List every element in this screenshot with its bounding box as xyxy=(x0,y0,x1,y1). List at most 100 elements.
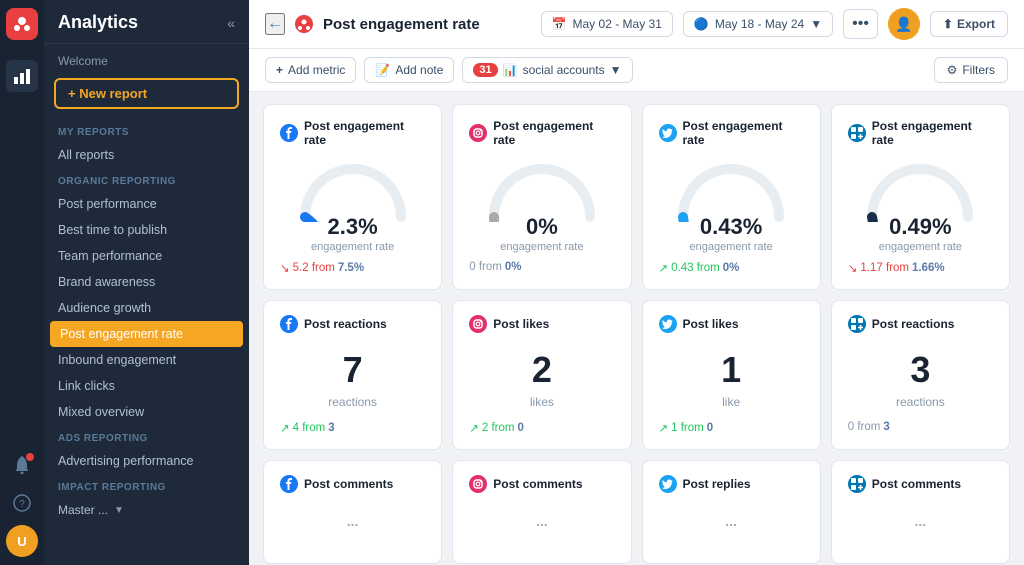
gauge-container: 0.43% engagement rate xyxy=(659,157,804,253)
sidebar-item-audience-growth[interactable]: Audience growth xyxy=(44,295,249,321)
icon-rail: ? U xyxy=(0,0,44,565)
add-metric-button[interactable]: + Add metric xyxy=(265,57,356,83)
social-accounts-label: social accounts xyxy=(523,63,605,77)
gauge-value: 0.43% xyxy=(700,214,762,240)
sidebar-item-team-performance[interactable]: Team performance xyxy=(44,243,249,269)
analytics-nav-icon[interactable] xyxy=(6,60,38,92)
metric-title: Post comments xyxy=(493,477,582,491)
metric-card-header: Post engagement rate xyxy=(280,119,425,147)
metric-card-header: Post comments xyxy=(280,475,425,493)
metric-count-value: ... xyxy=(280,513,425,529)
arrow-up-icon: ↗ xyxy=(469,421,479,435)
metric-card: Post likes 1 like ↗ 1 from 0 xyxy=(642,300,821,450)
date-range-2-button[interactable]: 🔵 May 18 - May 24 ▼ xyxy=(683,11,833,37)
sidebar-item-advertising-performance[interactable]: Advertising performance xyxy=(44,448,249,474)
back-button[interactable]: ← xyxy=(265,13,285,35)
metric-card-header: Post engagement rate xyxy=(469,119,614,147)
fb-platform-icon xyxy=(280,315,298,333)
gauge-value: 0.49% xyxy=(889,214,951,240)
organic-reporting-section-label: ORGANIC REPORTING xyxy=(44,168,249,191)
arrow-down-icon: ↘ xyxy=(848,261,858,275)
user-avatar[interactable]: U xyxy=(6,525,38,557)
gauge-label: engagement rate xyxy=(879,241,962,253)
ig-platform-icon xyxy=(469,315,487,333)
sidebar-item-post-engagement-rate[interactable]: Post engagement rate xyxy=(50,321,243,347)
date-range-1-button[interactable]: 📅 May 02 - May 31 xyxy=(541,11,673,37)
ig-platform-icon xyxy=(469,475,487,493)
fb-platform-icon xyxy=(280,475,298,493)
header-bar: ← Post engagement rate 📅 May 02 - May 31… xyxy=(249,0,1024,49)
main-content: ← Post engagement rate 📅 May 02 - May 31… xyxy=(249,0,1024,565)
metric-card-header: Post comments xyxy=(469,475,614,493)
plus-icon: + xyxy=(276,63,283,77)
metric-title: Post engagement rate xyxy=(304,119,425,147)
notification-icon[interactable] xyxy=(6,449,38,481)
li-platform-icon xyxy=(848,315,866,333)
metric-count-value: ... xyxy=(469,513,614,529)
metric-card: Post likes 2 likes ↗ 2 from 0 xyxy=(452,300,631,450)
sidebar-item-inbound-engagement[interactable]: Inbound engagement xyxy=(44,347,249,373)
ig-platform-icon xyxy=(469,124,487,142)
notification-badge xyxy=(26,453,34,461)
add-note-button[interactable]: 📝 Add note xyxy=(364,57,454,83)
metric-title: Post engagement rate xyxy=(493,119,614,147)
metric-title: Post comments xyxy=(304,477,393,491)
metric-title: Post replies xyxy=(683,477,751,491)
fb-platform-icon xyxy=(280,124,298,142)
gauge-value: 0% xyxy=(526,214,558,240)
gauge-container: 0.49% engagement rate xyxy=(848,157,993,253)
metric-count-label: like xyxy=(659,395,804,409)
metric-card: Post engagement rate 0.43% engagement ra… xyxy=(642,104,821,290)
export-button[interactable]: ⬆ Export xyxy=(930,11,1008,37)
metric-card: Post engagement rate 0.49% engagement ra… xyxy=(831,104,1010,290)
sidebar-collapse-btn[interactable]: « xyxy=(227,15,235,31)
arrow-up-icon: ↗ xyxy=(659,261,669,275)
filters-button[interactable]: ⚙ Filters xyxy=(934,57,1008,83)
sidebar-item-mixed-overview[interactable]: Mixed overview xyxy=(44,399,249,425)
user-button[interactable]: 👤 xyxy=(888,8,920,40)
add-metric-label: Add metric xyxy=(288,63,345,77)
sidebar: Analytics « Welcome + New report MY REPO… xyxy=(44,0,249,565)
gauge-value: 2.3% xyxy=(328,214,378,240)
li-platform-icon xyxy=(848,475,866,493)
metric-title: Post comments xyxy=(872,477,961,491)
sidebar-item-best-time[interactable]: Best time to publish xyxy=(44,217,249,243)
gauge-container: 0% engagement rate xyxy=(469,157,614,253)
social-accounts-button[interactable]: 31 📊 social accounts ▼ xyxy=(462,57,632,83)
metric-card-header: Post likes xyxy=(469,315,614,333)
metrics-grid-area: Post engagement rate 2.3% engagement rat… xyxy=(249,92,1024,565)
metric-count-value: ... xyxy=(848,513,993,529)
metric-card: Post comments ... xyxy=(452,460,631,564)
new-report-button[interactable]: + New report xyxy=(54,78,239,109)
sidebar-item-all-reports[interactable]: All reports xyxy=(44,142,249,168)
help-icon[interactable]: ? xyxy=(6,487,38,519)
metric-title: Post engagement rate xyxy=(872,119,993,147)
metric-card-header: Post reactions xyxy=(848,315,993,333)
metric-count-label: likes xyxy=(469,395,614,409)
tw-platform-icon xyxy=(659,124,677,142)
metric-card: Post reactions 3 reactions 0 from 3 xyxy=(831,300,1010,450)
export-icon: ⬆ xyxy=(943,17,953,31)
sidebar-item-post-performance[interactable]: Post performance xyxy=(44,191,249,217)
arrow-up-icon: ↗ xyxy=(280,421,290,435)
impact-dropdown-icon[interactable]: ▼ xyxy=(114,505,124,516)
metric-change: ↗ 4 from 3 xyxy=(280,421,425,435)
metric-change: ↘ 5.2 from 7.5% xyxy=(280,261,425,275)
impact-master-label: Master ... xyxy=(58,503,108,517)
metric-count-label: reactions xyxy=(280,395,425,409)
sidebar-item-brand-awareness[interactable]: Brand awareness xyxy=(44,269,249,295)
metric-count-label: reactions xyxy=(848,395,993,409)
sidebar-welcome: Welcome xyxy=(44,44,249,74)
sidebar-item-link-clicks[interactable]: Link clicks xyxy=(44,373,249,399)
metric-card: Post engagement rate 2.3% engagement rat… xyxy=(263,104,442,290)
arrow-up-icon: ↗ xyxy=(659,421,669,435)
more-options-button[interactable]: ••• xyxy=(843,9,878,39)
metric-card-header: Post comments xyxy=(848,475,993,493)
gauge-label: engagement rate xyxy=(690,241,773,253)
sidebar-header: Analytics « xyxy=(44,0,249,44)
date-range-1-label: May 02 - May 31 xyxy=(573,17,662,31)
metric-count-value: ... xyxy=(659,513,804,529)
app-logo[interactable] xyxy=(6,8,38,40)
header-platform-icon xyxy=(295,15,313,33)
impact-reporting-section-label: IMPACT REPORTING xyxy=(44,474,249,497)
